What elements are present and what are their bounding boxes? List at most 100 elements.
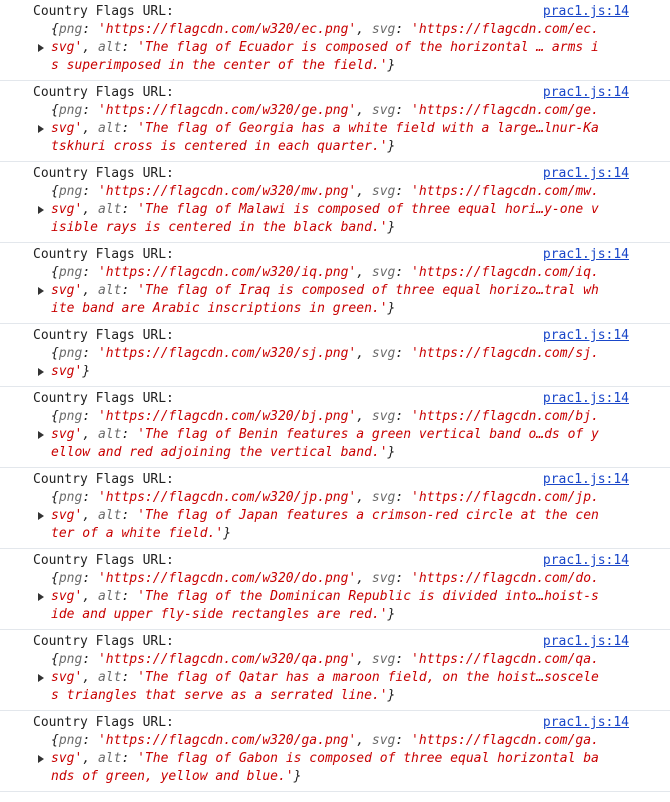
message-label: Country Flags URL: xyxy=(33,634,174,649)
object-preview-line: svg', alt: 'The flag of Georgia has a wh… xyxy=(51,120,631,138)
source-file-link[interactable]: prac1.js:14 xyxy=(543,246,629,264)
message-label: Country Flags URL: xyxy=(33,247,174,262)
object-preview[interactable]: {png: 'https://flagcdn.com/w320/sj.png',… xyxy=(51,345,631,381)
punctuation: , xyxy=(356,184,372,199)
string-value: svg' xyxy=(51,364,83,379)
expand-triangle-icon[interactable] xyxy=(38,125,44,133)
object-preview[interactable]: {png: 'https://flagcdn.com/w320/jp.png',… xyxy=(51,489,631,543)
console-message-header: Country Flags URL: prac1.js:14 xyxy=(0,552,670,570)
expand-triangle-icon[interactable] xyxy=(38,512,44,520)
expand-triangle-icon[interactable] xyxy=(38,755,44,763)
message-label: Country Flags URL: xyxy=(33,553,174,568)
string-value: svg' xyxy=(51,121,83,136)
expand-triangle-icon[interactable] xyxy=(38,593,44,601)
punctuation: : xyxy=(121,427,138,442)
string-value: 'https://flagcdn.com/w320/qa.png' xyxy=(97,652,357,667)
source-file-link[interactable]: prac1.js:14 xyxy=(543,714,629,732)
console-message-header: Country Flags URL: prac1.js:14 xyxy=(0,3,670,21)
string-value: 'The flag of Georgia has a white field w… xyxy=(137,121,599,136)
expand-triangle-icon[interactable] xyxy=(38,674,44,682)
punctuation: } xyxy=(387,58,396,73)
punctuation: : xyxy=(82,184,98,199)
punctuation: : xyxy=(395,103,412,118)
string-value: 'https://flagcdn.com/bj. xyxy=(411,409,599,424)
object-preview[interactable]: {png: 'https://flagcdn.com/w320/bj.png',… xyxy=(51,408,631,462)
source-file-link[interactable]: prac1.js:14 xyxy=(543,327,629,345)
object-preview[interactable]: {png: 'https://flagcdn.com/w320/do.png',… xyxy=(51,570,631,624)
punctuation: : xyxy=(121,40,138,55)
source-file-link[interactable]: prac1.js:14 xyxy=(543,3,629,21)
object-preview[interactable]: {png: 'https://flagcdn.com/w320/ec.png',… xyxy=(51,21,631,75)
object-preview-line: {png: 'https://flagcdn.com/w320/ga.png',… xyxy=(51,732,631,750)
object-preview-line: {png: 'https://flagcdn.com/w320/jp.png',… xyxy=(51,489,631,507)
object-preview[interactable]: {png: 'https://flagcdn.com/w320/mw.png',… xyxy=(51,183,631,237)
punctuation: , xyxy=(356,103,372,118)
expand-triangle-icon[interactable] xyxy=(38,206,44,214)
object-preview-line: {png: 'https://flagcdn.com/w320/bj.png',… xyxy=(51,408,631,426)
source-file-link[interactable]: prac1.js:14 xyxy=(543,390,629,408)
punctuation: { xyxy=(51,409,59,424)
expand-triangle-icon[interactable] xyxy=(38,368,44,376)
object-preview-line: svg', alt: 'The flag of the Dominican Re… xyxy=(51,588,631,606)
string-value: 'The flag of Qatar has a maroon field, o… xyxy=(137,670,599,685)
property-key: png xyxy=(58,571,83,586)
punctuation: } xyxy=(293,769,302,784)
string-value: isible rays is centered in the black ban… xyxy=(51,220,388,235)
string-value: 'https://flagcdn.com/w320/ge.png' xyxy=(97,103,357,118)
console-message-header: Country Flags URL: prac1.js:14 xyxy=(0,390,670,408)
punctuation: , xyxy=(356,571,372,586)
punctuation: : xyxy=(395,733,412,748)
object-preview-line: svg', alt: 'The flag of Iraq is composed… xyxy=(51,282,631,300)
punctuation: } xyxy=(223,526,232,541)
string-value: 'https://flagcdn.com/do. xyxy=(411,571,599,586)
property-key: svg xyxy=(371,22,396,37)
punctuation: : xyxy=(82,265,98,280)
string-value: svg' xyxy=(51,670,83,685)
punctuation: , xyxy=(82,40,98,55)
object-preview-line: s superimposed in the center of the fiel… xyxy=(51,57,631,75)
object-preview-line: {png: 'https://flagcdn.com/w320/do.png',… xyxy=(51,570,631,588)
object-preview[interactable]: {png: 'https://flagcdn.com/w320/qa.png',… xyxy=(51,651,631,705)
property-key: svg xyxy=(371,733,396,748)
punctuation: : xyxy=(395,409,412,424)
string-value: tskhuri cross is centered in each quarte… xyxy=(51,139,388,154)
property-key: svg xyxy=(371,184,396,199)
console-message: Country Flags URL: prac1.js:14 {png: 'http… xyxy=(0,549,670,630)
punctuation: : xyxy=(82,652,98,667)
string-value: 'https://flagcdn.com/mw. xyxy=(411,184,599,199)
punctuation: { xyxy=(51,652,59,667)
object-preview-line: isible rays is centered in the black ban… xyxy=(51,219,631,237)
object-preview[interactable]: {png: 'https://flagcdn.com/w320/ge.png',… xyxy=(51,102,631,156)
property-key: alt xyxy=(97,121,122,136)
source-file-link[interactable]: prac1.js:14 xyxy=(543,552,629,570)
punctuation: , xyxy=(82,670,98,685)
punctuation: , xyxy=(82,508,98,523)
console-message-header: Country Flags URL: prac1.js:14 xyxy=(0,84,670,102)
property-key: svg xyxy=(371,652,396,667)
punctuation: { xyxy=(51,22,59,37)
source-file-link[interactable]: prac1.js:14 xyxy=(543,84,629,102)
property-key: alt xyxy=(97,427,122,442)
string-value: 'The flag of the Dominican Republic is d… xyxy=(137,589,599,604)
source-file-link[interactable]: prac1.js:14 xyxy=(543,165,629,183)
punctuation: : xyxy=(82,103,98,118)
property-key: svg xyxy=(371,571,396,586)
expand-triangle-icon[interactable] xyxy=(38,44,44,52)
punctuation: : xyxy=(121,589,138,604)
expand-triangle-icon[interactable] xyxy=(38,431,44,439)
object-preview[interactable]: {png: 'https://flagcdn.com/w320/ga.png',… xyxy=(51,732,631,786)
punctuation: : xyxy=(395,346,412,361)
object-preview-line: ellow and red adjoining the vertical ban… xyxy=(51,444,631,462)
punctuation: : xyxy=(82,409,98,424)
property-key: svg xyxy=(371,409,396,424)
source-file-link[interactable]: prac1.js:14 xyxy=(543,471,629,489)
console-message: Country Flags URL: prac1.js:14 {png: 'http… xyxy=(0,162,670,243)
property-key: alt xyxy=(97,751,122,766)
expand-triangle-icon[interactable] xyxy=(38,287,44,295)
source-file-link[interactable]: prac1.js:14 xyxy=(543,633,629,651)
string-value: 'https://flagcdn.com/w320/do.png' xyxy=(97,571,357,586)
string-value: 'https://flagcdn.com/sj. xyxy=(411,346,599,361)
object-preview[interactable]: {png: 'https://flagcdn.com/w320/iq.png',… xyxy=(51,264,631,318)
property-key: alt xyxy=(97,40,122,55)
punctuation: , xyxy=(356,265,372,280)
